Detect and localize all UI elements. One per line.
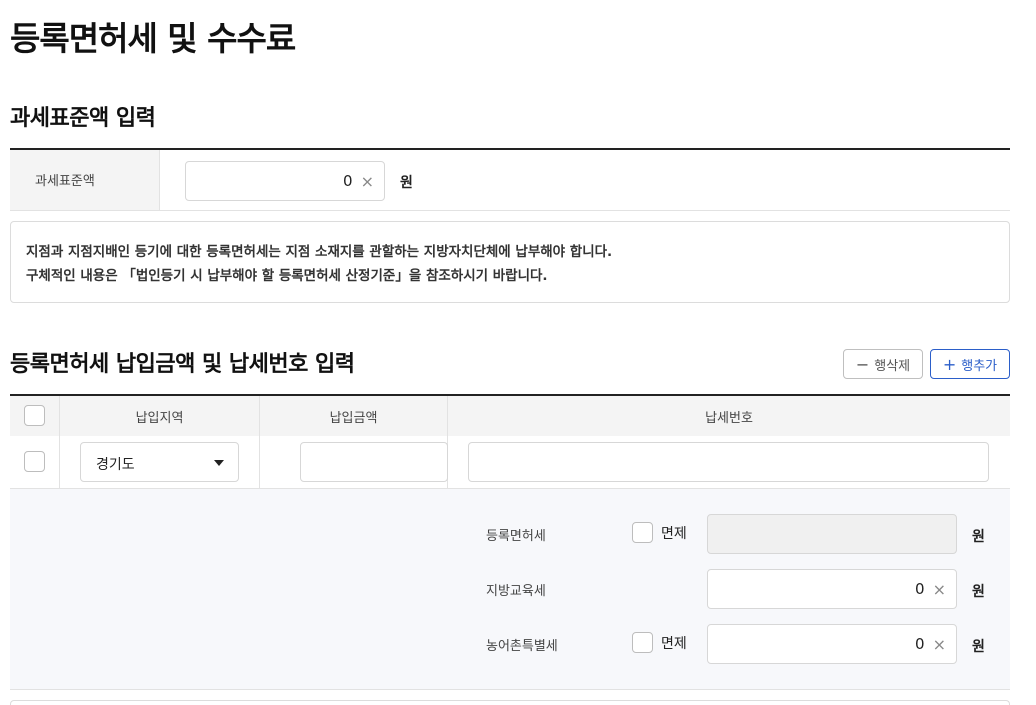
- education-tax-input[interactable]: 0 ×: [707, 569, 957, 609]
- base-amount-input[interactable]: 0 ×: [185, 161, 385, 201]
- region-cell: 경기도: [60, 436, 260, 488]
- tax-unit: 원: [972, 529, 985, 545]
- plus-icon: +: [942, 354, 957, 374]
- page-title: 등록면허세 및 수수료: [10, 19, 296, 58]
- base-amount-cell: 0 × 원: [160, 150, 1010, 210]
- amount-cell: [260, 436, 448, 488]
- exempt-option[interactable]: 면제: [632, 632, 687, 653]
- clear-icon[interactable]: ×: [933, 580, 946, 599]
- education-tax-value: 0: [915, 580, 925, 598]
- tax-label: 농어촌특별세: [486, 639, 558, 654]
- notice-line: 구체적인 내용은 「법인등기 시 납부해야 할 등록면허세 산정기준」을 참조하…: [26, 268, 548, 284]
- rural-special-tax-input[interactable]: 0 ×: [707, 624, 957, 664]
- clear-icon[interactable]: ×: [933, 635, 946, 654]
- tax-detail-panel: 등록면허세 면제 원 지방교육세 0 × 원 농어촌특별세 면제 0 × 원: [10, 489, 1010, 690]
- column-header: 납입금액: [260, 396, 448, 436]
- tax-unit: 원: [972, 584, 985, 600]
- minus-icon: −: [855, 354, 870, 374]
- caret-down-icon: [214, 460, 224, 466]
- payment-table-header: 납입지역 납입금액 납세번호: [10, 394, 1010, 436]
- base-amount-label: 과세표준액: [10, 150, 160, 210]
- payment-amount-input[interactable]: [300, 442, 448, 482]
- exempt-label: 면제: [661, 525, 687, 542]
- exempt-label: 면제: [661, 635, 687, 652]
- add-row-label: 행추가: [961, 358, 998, 374]
- delete-row-button[interactable]: − 행삭제: [843, 349, 923, 379]
- notice-line: 지점과 지점지배인 등기에 대한 등록면허세는 지점 소재지를 관할하는 지방자…: [26, 244, 613, 260]
- tax-label: 등록면허세: [486, 529, 546, 544]
- exempt-checkbox[interactable]: [632, 632, 653, 653]
- region-select-value: 경기도: [96, 457, 135, 473]
- registration-tax-input: [707, 514, 957, 554]
- column-header: 납세번호: [705, 410, 753, 426]
- region-select[interactable]: 경기도: [80, 442, 239, 482]
- tax-number-cell: [448, 436, 1010, 488]
- delete-row-label: 행삭제: [874, 358, 911, 374]
- tax-label: 지방교육세: [486, 584, 546, 599]
- payment-section-title: 등록면허세 납입금액 및 납세번호 입력: [10, 352, 355, 377]
- row-check-cell: [10, 436, 60, 488]
- row-checkbox[interactable]: [24, 451, 45, 472]
- rural-special-tax-value: 0: [915, 635, 925, 653]
- select-all-checkbox[interactable]: [24, 405, 45, 426]
- header-check-cell: [10, 396, 60, 436]
- tax-number-input[interactable]: [468, 442, 989, 482]
- next-section-box: [10, 700, 1010, 705]
- clear-icon[interactable]: ×: [361, 172, 374, 191]
- add-row-button[interactable]: + 행추가: [930, 349, 1010, 379]
- notice-box: 지점과 지점지배인 등기에 대한 등록면허세는 지점 소재지를 관할하는 지방자…: [10, 221, 1010, 303]
- column-header: 납입지역: [60, 396, 260, 436]
- base-amount-value: 0: [343, 172, 353, 190]
- exempt-option[interactable]: 면제: [632, 522, 687, 543]
- base-amount-section-title: 과세표준액 입력: [10, 106, 156, 131]
- tax-unit: 원: [972, 639, 985, 655]
- base-amount-table: 과세표준액 0 × 원: [10, 148, 1010, 211]
- table-row: 경기도: [10, 436, 1010, 489]
- exempt-checkbox[interactable]: [632, 522, 653, 543]
- base-amount-unit: 원: [400, 175, 413, 191]
